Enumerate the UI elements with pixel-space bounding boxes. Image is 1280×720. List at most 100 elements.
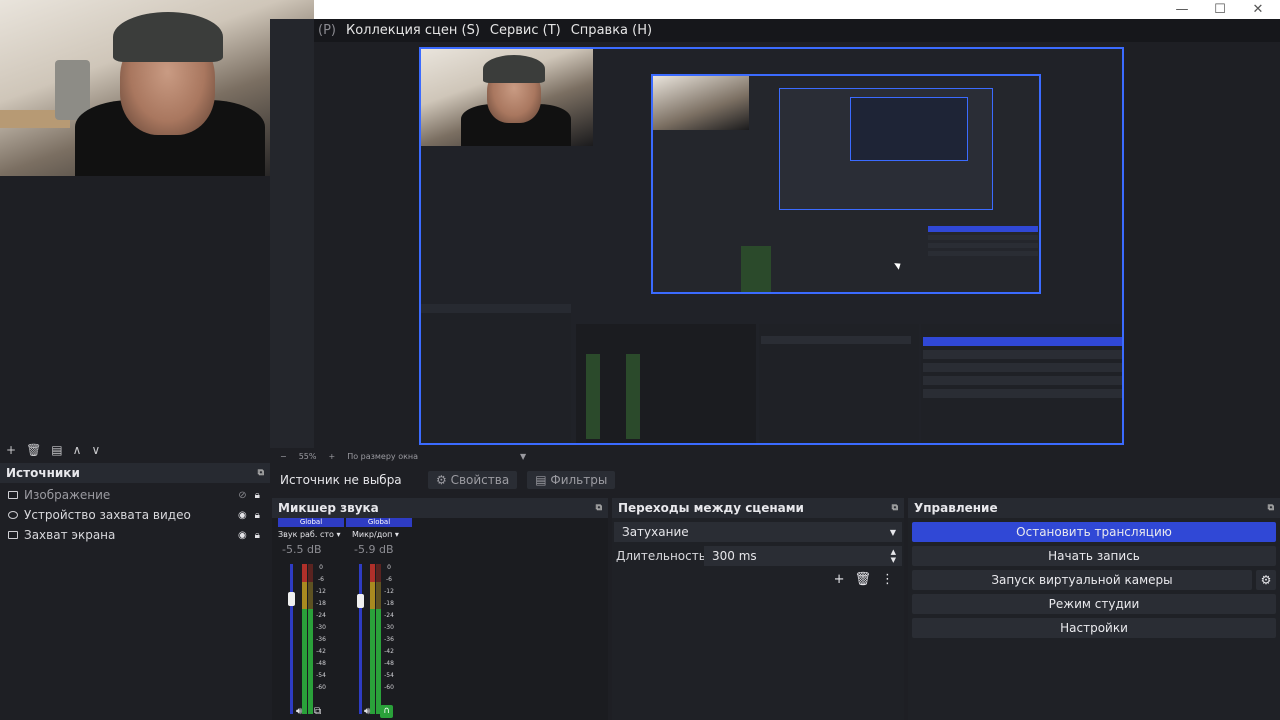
close-button[interactable]: ✕ (1238, 0, 1278, 19)
lock-icon[interactable]: 🔒︎ (255, 510, 260, 521)
source-label: Захват экрана (24, 528, 116, 542)
volume-slider-handle[interactable] (288, 592, 295, 606)
menu-prefix[interactable]: (P) (318, 23, 336, 38)
studio-mode-button[interactable]: Режим студии (912, 594, 1276, 614)
spinner-arrows-icon[interactable]: ▲ ▼ (891, 548, 896, 564)
nested-start-record (928, 235, 1038, 240)
add-transition-icon[interactable]: + (834, 572, 845, 587)
minimize-button[interactable]: — (1162, 0, 1202, 19)
nested-webcam (421, 49, 593, 146)
level-meter (302, 564, 307, 714)
channel-db: -5.5 dB (282, 543, 322, 556)
nested2-webcam (653, 76, 749, 130)
menu-scene-collection[interactable]: Коллекция сцен (S) (346, 23, 480, 38)
move-up-button[interactable]: ∧ (73, 443, 82, 457)
channel-name-text: Звук раб. сто (278, 530, 334, 539)
nested-mixer (576, 324, 756, 443)
db-scale: 0 -6 -12 -18 -24 -30 -36 -42 -48 -54 -60 (314, 562, 328, 694)
nested-controls (928, 226, 1038, 266)
nested-cap (483, 55, 545, 83)
gear-icon[interactable]: ⚙ (1256, 570, 1276, 590)
level-meter (308, 564, 313, 714)
properties-label: Свойства (450, 473, 510, 487)
scale-tick: -36 (384, 636, 394, 643)
scale-tick: -36 (316, 636, 326, 643)
stop-stream-button[interactable]: Остановить трансляцию (912, 522, 1276, 542)
source-item[interactable]: Изображение ⊘ 🔒︎ (0, 485, 270, 505)
properties-button[interactable]: ⚙ Свойства (428, 471, 518, 489)
eye-icon[interactable]: ◉ (238, 510, 247, 521)
filters-button[interactable]: ▤ Фильтры (527, 471, 616, 489)
preview-canvas[interactable] (419, 47, 1124, 445)
lock-icon[interactable]: 🔒︎ (255, 490, 260, 501)
undock-icon[interactable]: ⧉ (892, 503, 898, 513)
start-recording-button[interactable]: Начать запись (912, 546, 1276, 566)
scale-tick: -6 (386, 576, 392, 583)
nested-meter-1 (586, 354, 600, 439)
zoom-mode-select[interactable]: По размеру окна (347, 452, 418, 461)
undock-icon[interactable]: ⧉ (1268, 503, 1274, 513)
duration-label: Длительность (616, 549, 706, 563)
monitor-icon[interactable]: ⧉ (314, 706, 321, 717)
scenes-panel (0, 176, 270, 440)
level-meter (370, 564, 375, 714)
menu-tools[interactable]: Сервис (T) (490, 23, 561, 38)
nested-studio (928, 251, 1038, 256)
nested-settings-2 (923, 389, 1122, 398)
scene-transitions-dock: Переходы между сценами ⧉ Затухание ▼ Дли… (612, 498, 904, 720)
speaker-icon[interactable]: 🔊︎ (364, 706, 370, 717)
eye-hidden-icon[interactable]: ⊘ (238, 490, 246, 501)
remove-scene-button[interactable]: 🗑 (26, 443, 41, 457)
properties-bar: Источник не выбра ⚙ Свойства ▤ Фильтры (272, 470, 1280, 490)
maximize-button[interactable]: ☐ (1200, 0, 1240, 19)
undock-icon[interactable]: ⧉ (596, 503, 602, 513)
mixer-channel: Global Звук раб. сто ▾ -5.5 dB (278, 518, 344, 556)
scale-tick: -12 (316, 588, 326, 595)
channel-name[interactable]: Микр/доп ▾ (346, 530, 412, 539)
nested-virtual-cam-2 (923, 363, 1122, 372)
start-virtual-cam-button[interactable]: Запуск виртуальной камеры (912, 570, 1252, 590)
headphones-icon[interactable]: ∩ (380, 705, 393, 718)
mixer-title-bar: Микшер звука ⧉ (272, 498, 608, 518)
nested-sources-dock (421, 304, 571, 443)
settings-button[interactable]: Настройки (912, 618, 1276, 638)
chevron-down-icon: ▼ (889, 527, 896, 537)
speaker-icon[interactable]: 🔊︎ (296, 706, 302, 717)
add-scene-button[interactable]: + (6, 443, 16, 457)
zoom-in-button[interactable]: + (328, 452, 335, 461)
channel-db: -5.9 dB (354, 543, 394, 556)
source-item[interactable]: Захват экрана ◉ 🔒︎ (0, 525, 270, 545)
more-options-icon[interactable]: ⋮ (881, 572, 894, 587)
volume-slider-handle[interactable] (357, 594, 364, 608)
duration-spinbox[interactable]: 300 ms ▲ ▼ (704, 546, 902, 566)
scale-tick: -30 (316, 624, 326, 631)
filter-icon: ▤ (535, 473, 547, 487)
chevron-down-icon[interactable]: ▼ (520, 452, 526, 461)
channel-name[interactable]: Звук раб. сто ▾ (278, 530, 344, 539)
trash-icon[interactable]: 🗑︎ (854, 572, 871, 587)
move-down-button[interactable]: ∨ (91, 443, 100, 457)
controls-dock: Управление ⧉ Остановить трансляцию Начат… (908, 498, 1280, 720)
lock-icon[interactable]: 🔒︎ (255, 530, 260, 541)
source-item[interactable]: Устройство захвата видео ◉ 🔒︎ (0, 505, 270, 525)
volume-slider-track[interactable] (290, 564, 293, 714)
scale-tick: -42 (316, 648, 326, 655)
camera-icon (8, 511, 18, 519)
transition-select[interactable]: Затухание ▼ (614, 522, 902, 542)
filter-scene-button[interactable]: ▤ (51, 443, 62, 457)
zoom-out-button[interactable]: − (280, 452, 287, 461)
zoom-level: 55% (298, 451, 317, 461)
scale-tick: -24 (316, 612, 326, 619)
scale-tick: 0 (319, 564, 323, 571)
scale-tick: -18 (384, 600, 394, 607)
gear-icon: ⚙ (436, 473, 447, 487)
nested-meters (741, 246, 771, 292)
undock-icon[interactable]: ⧉ (258, 468, 264, 478)
menu-help[interactable]: Справка (H) (571, 23, 652, 38)
scene-toolbar: + 🗑 ▤ ∧ ∨ (0, 440, 270, 460)
channel-tag: Global (346, 518, 412, 527)
volume-slider-track[interactable] (359, 564, 362, 714)
nested-sources-title (421, 304, 571, 313)
eye-icon[interactable]: ◉ (238, 530, 247, 541)
sources-title: Источники (6, 466, 80, 480)
